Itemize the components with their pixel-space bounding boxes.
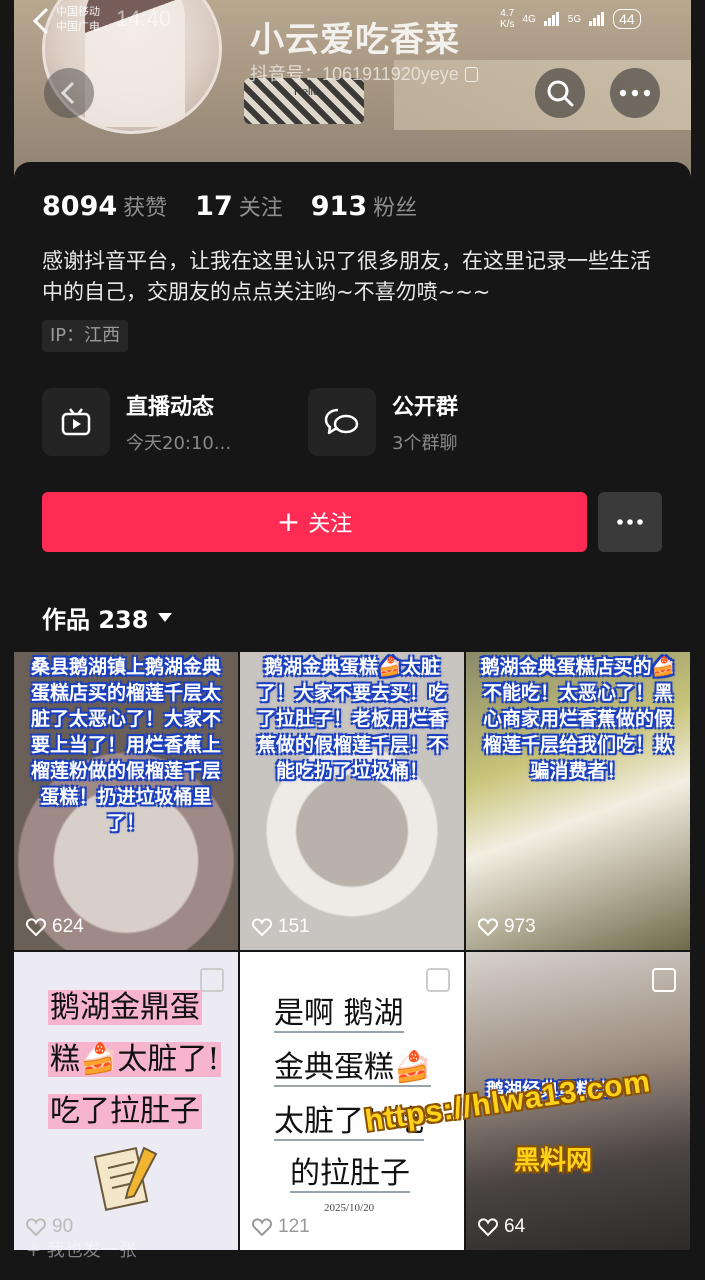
note-line: 鹅湖金鼎蛋 xyxy=(48,982,202,1026)
search-button[interactable] xyxy=(535,68,585,118)
net-speed-unit: K/s xyxy=(500,19,515,30)
note-line-text: 是啊 鹅湖 xyxy=(274,996,404,1033)
net-speed: 4.7 K/s xyxy=(500,8,514,30)
more-dots-icon xyxy=(619,89,651,97)
like-count: 151 xyxy=(252,916,310,938)
douyin-id-text: 抖音号：1061911920yeye xyxy=(250,64,459,84)
video-caption: 桑县鹅湖镇上鹅湖金典蛋糕店买的榴莲千层太脏了太恶心了！大家不要上当了！用烂香蕉上… xyxy=(30,656,221,834)
banner-tag: Hello. xyxy=(294,86,323,98)
like-count-value: 90 xyxy=(52,1216,74,1237)
bio-text: 感谢抖音平台，让我在这里认识了很多朋友，在这里记录一些生活中的自己，交朋友的点点… xyxy=(42,249,651,304)
like-count: 624 xyxy=(26,916,84,938)
note-line-text: 鹅湖金鼎蛋 xyxy=(48,990,202,1025)
chat-group-icon xyxy=(308,388,376,456)
note-line-text: 金典蛋糕🍰 xyxy=(274,1050,432,1087)
video-tile[interactable]: 鹅湖金典蛋糕店买的🍰不能吃！太恶心了！黑心商家用烂香蕉做的假榴莲千层给我们吃！欺… xyxy=(466,652,690,950)
heart-icon xyxy=(252,1218,272,1236)
public-group-title: 公开群 xyxy=(392,395,459,420)
heart-icon xyxy=(26,1218,46,1236)
note-line-text: 吃了拉肚子 xyxy=(48,1094,202,1129)
public-group-card[interactable]: 公开群 3个群聊 xyxy=(308,388,458,456)
public-group-subtitle: 3个群聊 xyxy=(392,433,458,454)
heart-icon xyxy=(478,918,498,936)
heart-icon xyxy=(252,918,272,936)
like-count: 90 xyxy=(26,1216,73,1238)
stat-number: 913 xyxy=(310,191,368,222)
stats-row: 8094 获赞 17 关注 913 粉丝 xyxy=(42,190,417,222)
nav-back-button[interactable] xyxy=(44,68,94,118)
like-count-value: 151 xyxy=(278,916,310,937)
heart-icon xyxy=(478,1218,498,1236)
works-tab-label: 作品 238 xyxy=(42,606,149,634)
signal-bars-icon xyxy=(589,12,605,26)
battery-icon: 44 xyxy=(613,9,641,29)
stat-label: 获赞 xyxy=(123,196,168,221)
live-activity-card[interactable]: 直播动态 今天20:10... xyxy=(42,388,231,456)
note-line: 的拉肚子 xyxy=(290,1148,410,1193)
more-options-button[interactable] xyxy=(610,68,660,118)
stat-label: 粉丝 xyxy=(373,196,418,221)
multi-image-icon xyxy=(426,968,450,992)
note-line-text: 的拉肚子 xyxy=(290,1156,410,1193)
video-caption: 鹅湖金典蛋糕🍰太脏了！大家不要去买！吃了拉肚子！老板用烂香蕉做的假榴莲千层！不能… xyxy=(256,656,447,782)
stat-followers[interactable]: 913 粉丝 xyxy=(311,190,417,222)
signal-bars-icon xyxy=(543,12,559,26)
works-tab[interactable]: 作品 238 xyxy=(42,600,173,635)
stat-likes[interactable]: 8094 获赞 xyxy=(42,190,167,222)
follow-button[interactable]: + 关注 xyxy=(42,492,587,552)
like-count: 121 xyxy=(252,1216,310,1238)
net-speed-value: 4.7 xyxy=(500,8,515,19)
stat-number: 17 xyxy=(195,191,233,222)
heart-icon xyxy=(26,918,46,936)
carrier-1: 中国移动 xyxy=(56,5,100,18)
like-count: 64 xyxy=(478,1216,525,1238)
follow-label: 关注 xyxy=(308,512,353,537)
plus-icon: + xyxy=(276,505,301,538)
status-icons: 4.7 K/s 4G 5G 44 xyxy=(500,8,641,30)
like-count-value: 624 xyxy=(52,916,84,937)
like-count-value: 64 xyxy=(504,1216,526,1237)
photo-tile[interactable]: 鹅湖金鼎蛋 糕🍰太脏了! 吃了拉肚子 90 xyxy=(14,952,238,1250)
tv-icon xyxy=(42,388,110,456)
douyin-id[interactable]: 抖音号：1061911920yeye xyxy=(250,60,478,86)
note-line: 金典蛋糕🍰 xyxy=(274,1042,432,1087)
signal-4g-label: 4G xyxy=(522,13,536,25)
like-count: 973 xyxy=(478,916,536,938)
watermark-name: 黑料网 xyxy=(514,1146,593,1176)
live-activity-subtitle: 今天20:10... xyxy=(126,433,232,454)
video-tile[interactable]: 桑县鹅湖镇上鹅湖金典蛋糕店买的榴莲千层太脏了太恶心了！大家不要上当了！用烂香蕉上… xyxy=(14,652,238,950)
back-arrow-icon[interactable] xyxy=(30,6,52,36)
note-date: 2025/10/20 xyxy=(324,1202,375,1214)
multi-image-icon xyxy=(652,968,676,992)
stat-number: 8094 xyxy=(42,191,118,222)
note-line: 吃了拉肚子 xyxy=(48,1086,202,1130)
multi-image-icon xyxy=(200,968,224,992)
copy-icon[interactable] xyxy=(464,67,478,82)
note-line: 糕🍰太脏了! xyxy=(48,1034,222,1078)
carrier-2: 中国广电 xyxy=(56,20,100,33)
chevron-left-icon xyxy=(60,81,75,105)
carrier-info: 中国移动 中国广电 xyxy=(56,4,100,34)
video-caption: 鹅湖金典蛋糕店买的🍰不能吃！太恶心了！黑心商家用烂香蕉做的假榴莲千层给我们吃！欺… xyxy=(480,656,676,782)
like-count-value: 121 xyxy=(278,1216,310,1237)
video-tile[interactable]: 鹅湖金典蛋糕🍰太脏了！大家不要去买！吃了拉肚子！老板用烂香蕉做的假榴莲千层！不能… xyxy=(240,652,464,950)
live-activity-title: 直播动态 xyxy=(126,395,215,420)
paper-pencil-icon xyxy=(94,1146,158,1211)
search-icon xyxy=(547,80,574,107)
ip-location-tag: IP：江西 xyxy=(42,320,129,352)
post-also-button[interactable]: + 我也发一张 xyxy=(26,1236,137,1262)
more-dots-icon xyxy=(617,519,643,525)
stat-following[interactable]: 17 关注 xyxy=(195,190,283,222)
clock: 14:40 xyxy=(116,6,172,31)
stat-label: 关注 xyxy=(238,196,283,221)
username: 小云爱吃香菜 xyxy=(250,20,460,60)
works-grid: 桑县鹅湖镇上鹅湖金典蛋糕店买的榴莲千层太脏了太恶心了！大家不要上当了！用烂香蕉上… xyxy=(14,652,691,1280)
note-line: 是啊 鹅湖 xyxy=(274,988,404,1033)
caret-down-icon xyxy=(158,613,173,622)
like-count-value: 973 xyxy=(504,916,536,937)
note-line-text: 糕🍰太脏了! xyxy=(48,1042,222,1077)
follow-more-button[interactable] xyxy=(598,492,662,552)
signal-5g-label: 5G xyxy=(567,13,582,25)
